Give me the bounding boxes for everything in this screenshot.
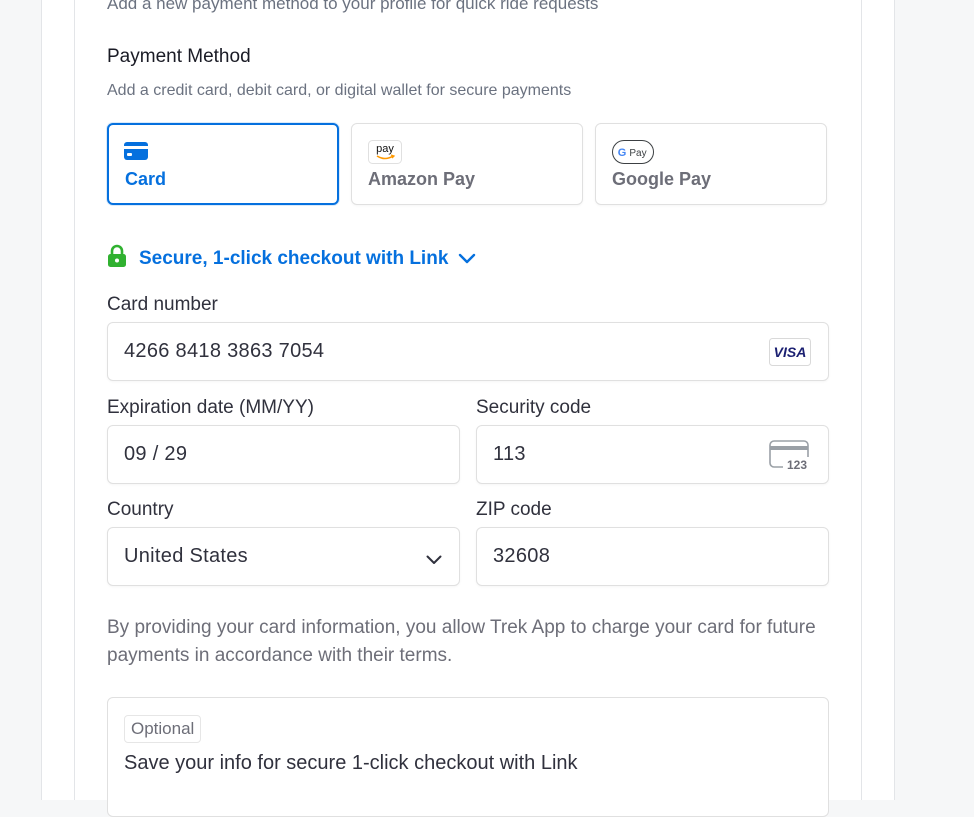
cvc-icon: 123 xyxy=(769,440,811,477)
payment-method-title: Payment Method xyxy=(107,46,251,67)
google-pay-icon: G Pay xyxy=(612,140,654,169)
expiration-value: 09 / 29 xyxy=(124,443,188,465)
tab-amazon-pay[interactable]: pay Amazon Pay xyxy=(351,123,583,205)
expiration-field[interactable]: 09 / 29 xyxy=(107,425,460,484)
chevron-down-icon xyxy=(458,252,476,270)
cvc-icon-text: 123 xyxy=(787,458,807,472)
lock-icon xyxy=(107,244,127,273)
zip-value: 32608 xyxy=(493,545,551,567)
card-number-label: Card number xyxy=(107,294,218,315)
tab-amazon-pay-label: Amazon Pay xyxy=(368,169,476,189)
country-select[interactable]: United States xyxy=(107,527,460,586)
security-code-field[interactable]: 113 123 xyxy=(476,425,829,484)
visa-brand-text: VISA xyxy=(774,344,807,360)
amazon-pay-icon: pay xyxy=(368,140,402,169)
save-info-box[interactable]: Optional Save your info for secure 1-cli… xyxy=(107,697,829,817)
optional-badge: Optional xyxy=(124,715,202,743)
tab-card[interactable]: Card xyxy=(107,123,339,205)
zip-label: ZIP code xyxy=(476,499,552,520)
country-value: United States xyxy=(124,545,248,567)
card-number-field[interactable]: 4266 8418 3863 7054 VISA xyxy=(107,322,829,381)
security-code-value: 113 xyxy=(493,443,526,465)
expiration-label: Expiration date (MM/YY) xyxy=(107,397,314,418)
legal-text: By providing your card information, you … xyxy=(107,617,816,666)
link-checkout-toggle[interactable]: Secure, 1-click checkout with Link xyxy=(107,244,476,273)
google-pay-icon-text: Pay xyxy=(629,148,646,159)
country-label: Country xyxy=(107,499,174,520)
amazon-pay-icon-text: pay xyxy=(376,143,394,155)
card-number-value: 4266 8418 3863 7054 xyxy=(124,340,325,362)
tab-card-label: Card xyxy=(125,169,167,189)
visa-icon: VISA xyxy=(769,338,811,371)
link-checkout-text: Secure, 1-click checkout with Link xyxy=(139,247,449,269)
chevron-down-icon xyxy=(426,552,442,570)
tab-google-pay-label: Google Pay xyxy=(612,169,712,189)
page-subtitle: Add a new payment method to your profile… xyxy=(107,0,599,13)
zip-field[interactable]: 32608 xyxy=(476,527,829,586)
svg-text:G: G xyxy=(618,147,627,159)
security-code-label: Security code xyxy=(476,397,592,418)
card-icon xyxy=(124,142,148,165)
tab-google-pay[interactable]: G Pay Google Pay xyxy=(595,123,827,205)
payment-method-description: Add a credit card, debit card, or digita… xyxy=(107,82,572,99)
